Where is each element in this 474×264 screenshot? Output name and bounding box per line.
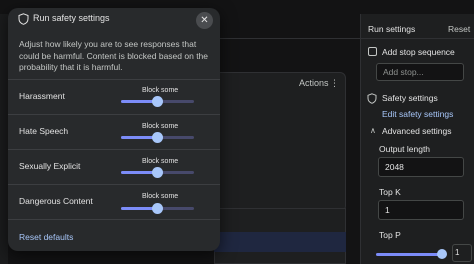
- category-label-sexually-explicit: Sexually Explicit: [19, 161, 81, 171]
- output-length-input[interactable]: 2048: [378, 157, 464, 177]
- dangerous-content-level: Block some: [142, 193, 179, 200]
- actions-menu[interactable]: Actions: [299, 78, 329, 88]
- stop-sequence-checkbox[interactable]: [368, 47, 377, 56]
- run-settings-title: Run settings: [368, 24, 416, 34]
- top-k-input[interactable]: 1: [378, 200, 464, 220]
- reset-button[interactable]: Reset: [448, 24, 470, 34]
- chevron-up-icon[interactable]: ∧: [370, 126, 376, 135]
- sexually-explicit-level: Block some: [142, 158, 179, 165]
- close-icon[interactable]: ✕: [196, 12, 213, 29]
- hate-speech-slider-thumb[interactable]: [152, 132, 163, 143]
- safety-settings-label: Safety settings: [382, 93, 438, 103]
- stop-sequence-input[interactable]: Add stop...: [376, 63, 464, 81]
- prompt-card: [214, 72, 346, 212]
- top-p-label: Top P: [379, 230, 401, 240]
- left-nav: [0, 14, 8, 264]
- row-divider: [8, 149, 220, 150]
- top-p-slider-thumb[interactable]: [437, 249, 447, 259]
- harassment-slider-thumb[interactable]: [152, 96, 163, 107]
- main-divider: [214, 38, 360, 39]
- harassment-level: Block some: [142, 87, 179, 94]
- output-length-label: Output length: [379, 144, 431, 154]
- dialog-title: Run safety settings: [33, 13, 110, 23]
- advanced-settings-label[interactable]: Advanced settings: [382, 126, 451, 136]
- top-p-value[interactable]: 1: [452, 244, 472, 262]
- shield-icon: [18, 13, 29, 25]
- category-label-dangerous-content: Dangerous Content: [19, 196, 93, 206]
- top-p-slider-track[interactable]: [376, 253, 446, 256]
- selected-row[interactable]: [214, 232, 346, 252]
- shield-icon: [367, 93, 377, 104]
- edit-safety-settings-link[interactable]: Edit safety settings: [382, 109, 453, 119]
- row-divider: [8, 219, 220, 220]
- dangerous-content-slider-thumb[interactable]: [152, 203, 163, 214]
- category-label-hate-speech: Hate Speech: [19, 126, 69, 136]
- add-stop-sequence-label: Add stop sequence: [382, 47, 455, 57]
- category-label-harassment: Harassment: [19, 91, 65, 101]
- top-k-label: Top K: [379, 187, 401, 197]
- panel-divider: [360, 38, 474, 39]
- row-divider: [8, 79, 220, 80]
- dialog-description: Adjust how likely you are to see respons…: [19, 39, 209, 72]
- more-icon[interactable]: ⋮: [330, 78, 339, 89]
- row-divider: [8, 114, 220, 115]
- reset-defaults-button[interactable]: Reset defaults: [19, 232, 73, 242]
- hate-speech-level: Block some: [142, 123, 179, 130]
- sexually-explicit-slider-thumb[interactable]: [152, 167, 163, 178]
- row-divider: [8, 184, 220, 185]
